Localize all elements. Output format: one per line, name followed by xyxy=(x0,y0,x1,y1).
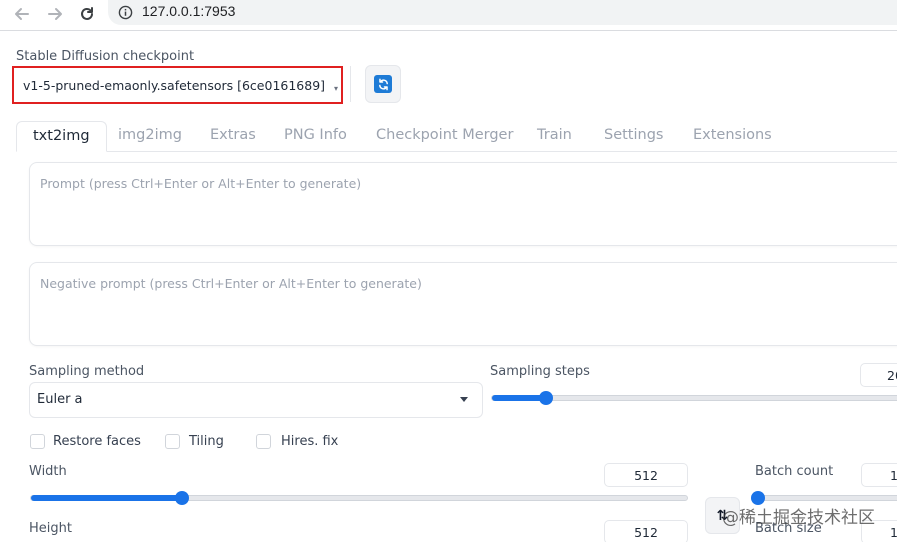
prompt-input[interactable]: Prompt (press Ctrl+Enter or Alt+Enter to… xyxy=(29,162,897,246)
tab-png-info[interactable]: PNG Info xyxy=(284,121,347,152)
sampling-method-label: Sampling method xyxy=(29,364,145,379)
negative-prompt-placeholder: Negative prompt (press Ctrl+Enter or Alt… xyxy=(40,276,422,291)
arrow-left-icon xyxy=(15,8,29,20)
chevron-down-icon xyxy=(460,397,468,402)
sampling-steps-input[interactable]: 20 xyxy=(860,363,897,387)
chevron-down-icon: ▾ xyxy=(333,84,338,93)
hires-fix-checkbox[interactable] xyxy=(256,434,271,449)
checkpoint-select[interactable]: v1-5-pruned-emaonly.safetensors [6ce0161… xyxy=(12,66,343,104)
tiling-label: Tiling xyxy=(189,434,224,449)
browser-toolbar: 127.0.0.1:7953 xyxy=(0,0,897,31)
sampling-steps-label: Sampling steps xyxy=(490,364,590,379)
url-text: 127.0.0.1:7953 xyxy=(142,3,236,19)
restore-faces-label: Restore faces xyxy=(53,434,141,449)
slider-fill xyxy=(492,395,546,401)
sampling-method-value: Euler a xyxy=(37,392,83,407)
checkpoint-label: Stable Diffusion checkpoint xyxy=(16,49,195,64)
info-icon[interactable] xyxy=(118,5,133,20)
back-button[interactable] xyxy=(10,2,34,26)
width-label: Width xyxy=(29,464,67,479)
batch-count-slider[interactable] xyxy=(751,491,897,505)
tiling-checkbox[interactable] xyxy=(165,434,180,449)
reload-icon xyxy=(81,7,93,20)
refresh-icon xyxy=(374,75,392,93)
prompt-placeholder: Prompt (press Ctrl+Enter or Alt+Enter to… xyxy=(40,176,362,191)
slider-thumb[interactable] xyxy=(175,491,189,505)
hires-fix-label: Hires. fix xyxy=(281,434,339,449)
batch-count-label: Batch count xyxy=(755,464,834,479)
divider xyxy=(350,66,351,102)
height-input[interactable]: 512 xyxy=(604,520,688,542)
reload-button[interactable] xyxy=(75,2,99,26)
batch-count-input[interactable]: 1 xyxy=(861,463,897,487)
forward-button[interactable] xyxy=(43,2,67,26)
tab-extras[interactable]: Extras xyxy=(210,121,256,152)
negative-prompt-input[interactable]: Negative prompt (press Ctrl+Enter or Alt… xyxy=(29,262,897,346)
tab-img2img[interactable]: img2img xyxy=(118,121,182,152)
tab-train[interactable]: Train xyxy=(537,121,572,152)
sampling-steps-slider[interactable] xyxy=(491,391,897,405)
width-slider[interactable] xyxy=(30,491,688,505)
sampling-method-select[interactable]: Euler a xyxy=(29,382,483,418)
watermark: @稀土掘金技术社区 xyxy=(722,508,875,528)
refresh-checkpoint-button[interactable] xyxy=(365,65,401,103)
tab-txt2img[interactable]: txt2img xyxy=(16,121,107,152)
height-label: Height xyxy=(29,521,72,536)
tab-settings[interactable]: Settings xyxy=(604,121,663,152)
checkpoint-value: v1-5-pruned-emaonly.safetensors [6ce0161… xyxy=(23,78,326,93)
tab-extensions[interactable]: Extensions xyxy=(693,121,772,152)
width-input[interactable]: 512 xyxy=(604,463,688,487)
restore-faces-checkbox[interactable] xyxy=(30,434,45,449)
arrow-right-icon xyxy=(48,8,62,20)
tab-checkpoint-merger[interactable]: Checkpoint Merger xyxy=(376,121,513,152)
slider-thumb[interactable] xyxy=(539,391,553,405)
slider-fill xyxy=(31,495,182,501)
